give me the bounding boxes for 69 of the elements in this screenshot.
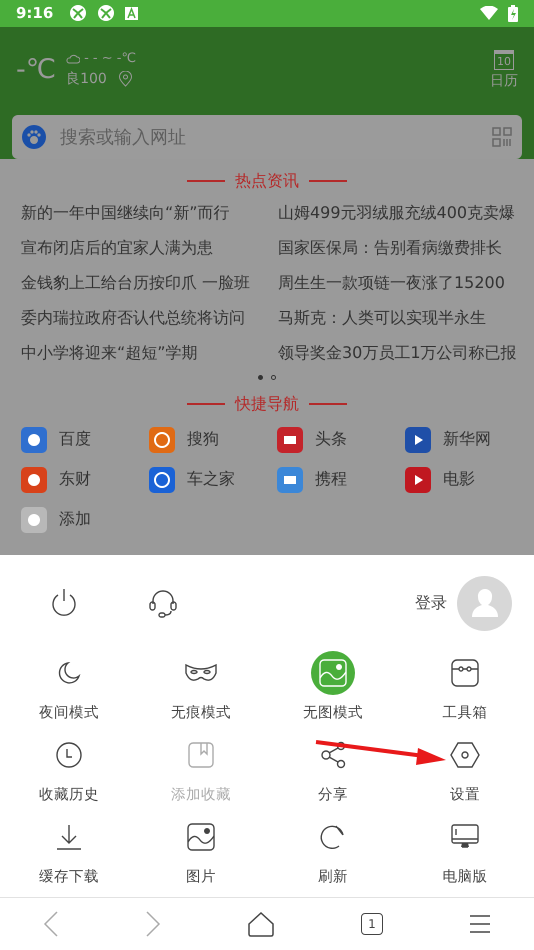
site-link[interactable]: 携程	[315, 469, 347, 490]
image-icon	[318, 658, 348, 688]
news-headline[interactable]: 委内瑞拉政府否认代总统将访问	[21, 304, 278, 330]
site-logo-icon[interactable]	[405, 466, 431, 493]
status-time: 9:16	[16, 4, 54, 22]
keyboard-notification-icon	[125, 6, 138, 20]
site-logo-icon[interactable]	[21, 466, 47, 493]
site-link[interactable]: 新华网	[443, 429, 491, 450]
moon-icon	[56, 660, 82, 686]
menu-item[interactable]: 无痕模式	[135, 651, 267, 733]
site-logo-icon[interactable]	[277, 466, 303, 493]
clock-icon	[55, 741, 83, 769]
menu-item[interactable]: 电脑版	[399, 815, 531, 897]
site-logo-icon[interactable]	[405, 426, 431, 453]
site-link[interactable]: 东财	[59, 469, 91, 490]
menu-item[interactable]: 夜间模式	[3, 651, 135, 733]
site-logo-icon[interactable]	[149, 426, 175, 453]
toolbox-icon	[450, 658, 480, 688]
menu-item[interactable]: 收藏历史	[3, 733, 135, 815]
menu-item[interactable]: 设置	[399, 733, 531, 815]
menu-item[interactable]: 图片	[135, 815, 267, 897]
news-headline[interactable]: 国家医保局：告别看病缴费排长	[278, 234, 534, 260]
news-headline[interactable]: 金钱豹上工给台历按印爪 一脸班	[21, 270, 278, 295]
cloudy-weather-icon	[66, 53, 80, 64]
site-link[interactable]: 百度	[59, 429, 91, 450]
menu-item[interactable]: 缓存下载	[3, 815, 135, 897]
menu-item[interactable]: 分享	[267, 733, 399, 815]
site-link[interactable]: 头条	[315, 429, 347, 450]
bookmark-icon	[187, 741, 215, 769]
site-logo-icon[interactable]	[21, 426, 47, 453]
calendar-label[interactable]: 日历	[490, 72, 518, 90]
app-notification-icon	[97, 4, 116, 22]
power-icon[interactable]	[50, 588, 78, 618]
download-icon	[55, 823, 83, 851]
menu-item[interactable]: 工具箱	[399, 651, 531, 733]
site-link[interactable]: 车之家	[187, 469, 235, 490]
login-link[interactable]: 登录	[415, 592, 447, 614]
news-headline[interactable]: 山姆499元羽绒服充绒400克卖爆	[278, 200, 534, 225]
app-notification-icon	[69, 4, 88, 22]
tabs-button[interactable]: 1	[361, 913, 383, 935]
image-icon	[186, 822, 216, 852]
news-headline[interactable]: 马斯克：人类可以实现半永生	[278, 304, 534, 330]
section-title: 快捷导航	[235, 394, 299, 415]
battery-icon	[508, 4, 518, 22]
menu-item[interactable]: 无图模式	[267, 651, 399, 733]
paw-logo-icon	[22, 124, 46, 149]
temperature-range: - - ~ -℃	[84, 51, 136, 66]
menu-item[interactable]: 刷新	[267, 815, 399, 897]
home-button[interactable]	[247, 911, 275, 937]
site-link[interactable]: 电影	[443, 469, 475, 490]
news-headline[interactable]: 领导奖金30万员工1万公司称已报	[278, 340, 534, 365]
site-logo-icon[interactable]	[149, 466, 175, 493]
menu-button[interactable]	[469, 914, 491, 934]
settings-icon	[450, 741, 480, 769]
news-headline[interactable]: 宣布闭店后的宜家人满为患	[21, 234, 278, 260]
calendar-icon[interactable]: 10	[494, 50, 514, 70]
location-pin-icon	[118, 71, 132, 88]
search-field[interactable]: 搜索或输入网址	[12, 114, 522, 159]
site-link[interactable]: 搜狗	[187, 429, 219, 450]
section-title: 热点资讯	[235, 170, 299, 192]
news-headline[interactable]: 周生生一款项链一夜涨了15200	[278, 270, 534, 295]
site-link[interactable]: 添加	[59, 509, 91, 530]
news-headline[interactable]: 中小学将迎来“超短”学期	[21, 340, 278, 365]
headset-icon[interactable]	[148, 588, 178, 618]
temperature: -℃	[16, 54, 56, 86]
air-quality: 良100	[66, 70, 107, 88]
site-logo-icon[interactable]	[277, 426, 303, 453]
wifi-icon	[480, 6, 498, 20]
news-headline[interactable]: 新的一年中国继续向“新”而行	[21, 200, 278, 225]
